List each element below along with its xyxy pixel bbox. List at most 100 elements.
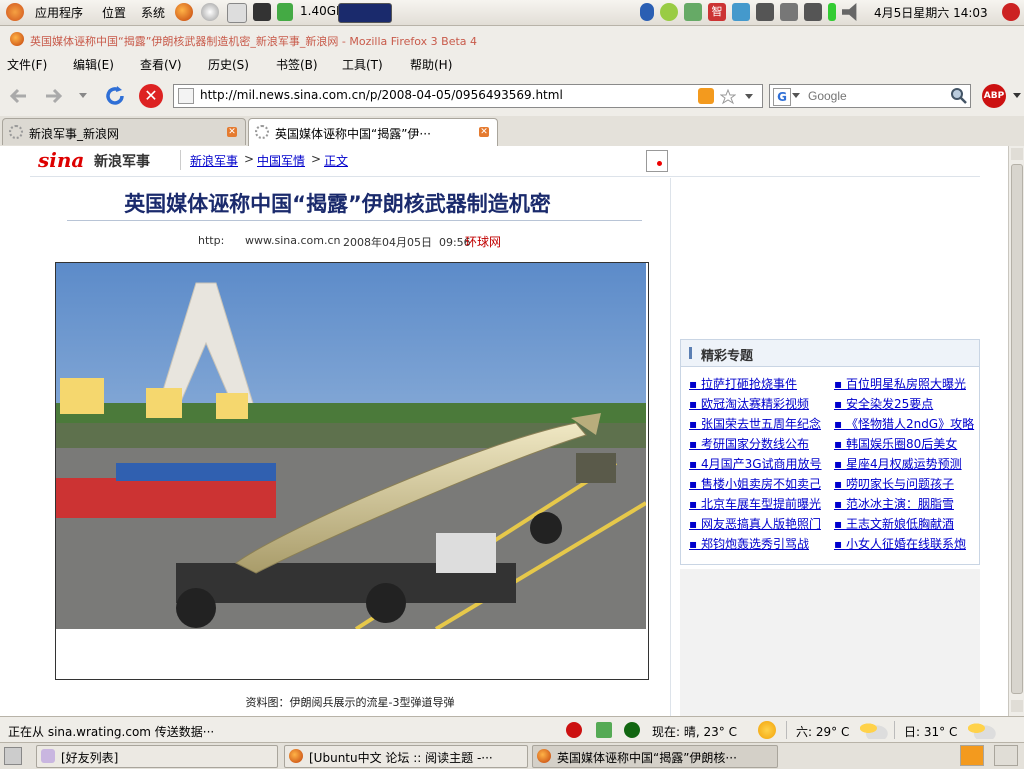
places-menu[interactable]: 位置 (102, 4, 126, 21)
adblock-status-icon[interactable] (566, 722, 582, 738)
task-label: [Ubuntu中文 论坛 :: 阅读主题 -··· (309, 751, 493, 765)
breadcrumb-article[interactable]: 正文 (324, 152, 348, 169)
meta-source[interactable]: 环球网 (465, 233, 501, 250)
menu-file[interactable]: 文件(F) (7, 56, 47, 73)
task-article[interactable]: 英国媒体诬称中国“揭露”伊朗核··· (532, 745, 778, 768)
topic-link[interactable]: ▪ 《怪物猎人2ndG》攻略 (834, 414, 974, 434)
search-input[interactable] (806, 87, 950, 105)
system-monitor-graph (338, 3, 392, 23)
topic-link[interactable]: ▪ 拉萨打砸抢烧事件 (689, 374, 829, 394)
adblock-dropdown-icon[interactable] (1012, 92, 1022, 100)
show-desktop-icon[interactable] (4, 747, 22, 765)
connection-icon[interactable] (780, 3, 798, 21)
topic-link[interactable]: ▪ 售楼小姐卖房不如卖己 (689, 474, 829, 494)
section-title[interactable]: 新浪军事 (94, 151, 150, 171)
google-engine-icon[interactable]: G (773, 88, 791, 106)
scroll-thumb[interactable] (1011, 164, 1023, 694)
breadcrumb-china[interactable]: 中国军情 (257, 152, 305, 169)
power-icon[interactable] (828, 3, 836, 21)
topic-link[interactable]: ▪ 韩国娱乐圈80后美女 (834, 434, 974, 454)
topic-link[interactable]: ▪ 小女人征婚在线联系炮 (834, 534, 974, 554)
display-icon[interactable] (756, 3, 774, 21)
bookmark-star-icon[interactable] (720, 89, 736, 105)
mail-launcher-icon[interactable] (227, 3, 247, 23)
menu-tools[interactable]: 工具(T) (342, 56, 383, 73)
bluetooth-icon[interactable] (640, 3, 654, 21)
site-identity-icon[interactable] (178, 88, 194, 104)
update-icon[interactable] (660, 3, 678, 21)
topic-link[interactable]: ▪ 考研国家分数线公布 (689, 434, 829, 454)
pidgin-icon (41, 749, 55, 763)
rss-feed-icon[interactable] (698, 88, 714, 104)
terminal-launcher-icon[interactable] (253, 3, 271, 21)
meta-site: www.sina.com.cn (245, 234, 341, 247)
header-marker (689, 347, 692, 359)
window-title: 英国媒体诬称中国“揭露”伊朗核武器制造机密_新浪军事_新浪网 - Mozilla… (30, 35, 478, 48)
trash-icon[interactable] (994, 745, 1018, 766)
sync-status-icon[interactable] (596, 722, 612, 738)
status-bar: 正在从 sina.wrating.com 传送数据··· 现在: 晴, 23° … (0, 716, 1024, 743)
plugin-box[interactable] (646, 150, 668, 172)
tab-sina-military[interactable]: 新浪军事_新浪网 ✕ (2, 118, 246, 145)
topic-link[interactable]: ▪ 安全染发25要点 (834, 394, 974, 414)
topic-link[interactable]: ▪ 星座4月权威运势预测 (834, 454, 974, 474)
topic-link[interactable]: ▪ 范冰冰主演：胭脂雪 (834, 494, 974, 514)
topic-link[interactable]: ▪ 4月国产3G试商用放号 (689, 454, 829, 474)
menu-help[interactable]: 帮助(H) (410, 56, 452, 73)
adblock-plus-icon[interactable]: ABP (982, 84, 1006, 108)
network-icon[interactable] (684, 3, 702, 21)
volume-icon[interactable] (842, 3, 857, 21)
tab-label: 新浪军事_新浪网 (29, 127, 120, 141)
topic-link[interactable]: ▪ 百位明星私房照大曝光 (834, 374, 974, 394)
breadcrumb-military[interactable]: 新浪军事 (190, 152, 238, 169)
system-menu[interactable]: 系统 (141, 4, 165, 21)
page-scrollbar[interactable] (1008, 146, 1024, 716)
search-icon[interactable] (950, 87, 967, 104)
input-method-icon[interactable]: 智 (708, 3, 726, 21)
topic-link[interactable]: ▪ 郑钧炮轰选秀引骂战 (689, 534, 829, 554)
missile-parade-photo (56, 263, 646, 629)
help-launcher-icon[interactable] (201, 3, 219, 21)
topic-link[interactable]: ▪ 唠叨家长与问题孩子 (834, 474, 974, 494)
menu-view[interactable]: 查看(V) (140, 56, 182, 73)
workspace-switcher[interactable] (960, 745, 984, 766)
topic-link[interactable]: ▪ 欧冠淘汰赛精彩视频 (689, 394, 829, 414)
task-buddy-list[interactable]: [好友列表] (36, 745, 278, 768)
tab-article[interactable]: 英国媒体诬称中国“揭露”伊··· ✕ (248, 118, 498, 147)
menu-history[interactable]: 历史(S) (208, 56, 249, 73)
scroll-down-arrow-icon[interactable] (1011, 700, 1023, 712)
topic-link[interactable]: ▪ 张国荣去世五周年纪念 (689, 414, 829, 434)
history-dropdown-icon[interactable] (78, 92, 88, 100)
wired-network-icon[interactable] (804, 3, 822, 21)
forward-arrow-icon[interactable] (44, 86, 64, 106)
reload-icon[interactable] (103, 84, 127, 108)
sina-logo[interactable]: sina (38, 148, 84, 172)
shutdown-icon[interactable] (1002, 3, 1020, 21)
topic-link[interactable]: ▪ 网友恶搞真人版艳照门 (689, 514, 829, 534)
url-dropdown-icon[interactable] (744, 93, 754, 101)
topics-left-list: ▪ 拉萨打砸抢烧事件 ▪ 欧冠淘汰赛精彩视频 ▪ 张国荣去世五周年纪念 ▪ 考研… (689, 374, 829, 554)
ubuntu-logo-icon[interactable] (6, 3, 24, 21)
article-photo-frame (55, 262, 649, 680)
stop-icon[interactable]: ✕ (139, 84, 163, 108)
clock[interactable]: 4月5日星期六 14:03 (874, 4, 988, 21)
topic-link[interactable]: ▪ 北京车展车型提前曝光 (689, 494, 829, 514)
back-arrow-icon[interactable] (8, 86, 28, 106)
topic-link[interactable]: ▪ 王志文新娘低胸献酒 (834, 514, 974, 534)
menu-bookmarks[interactable]: 书签(B) (276, 56, 318, 73)
engine-dropdown-icon[interactable] (792, 93, 800, 99)
scroll-up-arrow-icon[interactable] (1011, 148, 1023, 160)
firefox-launcher-icon[interactable] (175, 3, 193, 21)
url-text[interactable]: http://mil.news.sina.com.cn/p/2008-04-05… (200, 88, 563, 102)
clipboard-icon[interactable] (732, 3, 750, 21)
tab-close-icon[interactable]: ✕ (227, 127, 237, 137)
divider (786, 721, 787, 739)
connection-status-icon[interactable] (624, 722, 640, 738)
window-titlebar[interactable]: 英国媒体诬称中国“揭露”伊朗核武器制造机密_新浪军事_新浪网 - Mozilla… (0, 26, 1024, 52)
menu-edit[interactable]: 编辑(E) (73, 56, 114, 73)
tab-close-icon[interactable]: ✕ (479, 127, 489, 137)
search-bar[interactable]: G (769, 84, 971, 108)
url-bar[interactable]: http://mil.news.sina.com.cn/p/2008-04-05… (173, 84, 763, 108)
task-ubuntu-forum[interactable]: [Ubuntu中文 论坛 :: 阅读主题 -··· (284, 745, 528, 768)
applications-menu[interactable]: 应用程序 (35, 4, 83, 21)
